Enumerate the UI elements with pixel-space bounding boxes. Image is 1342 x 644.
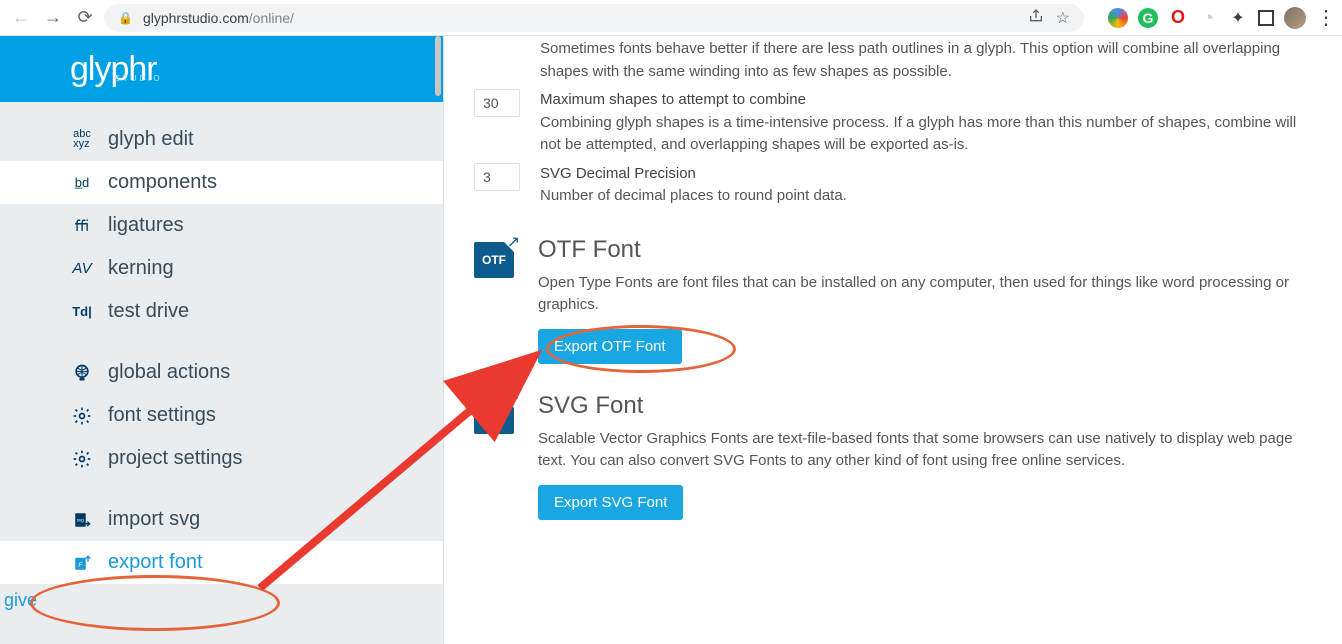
extension-icon[interactable]: O xyxy=(1168,8,1188,28)
precision-title: SVG Decimal Precision xyxy=(540,163,1312,186)
nav-global-actions[interactable]: global actions xyxy=(0,351,443,394)
extension-icon[interactable]: G xyxy=(1138,8,1158,28)
otf-desc: Open Type Fonts are font files that can … xyxy=(538,272,1312,317)
lock-icon: 🔒 xyxy=(118,11,133,25)
globe-icon xyxy=(70,363,94,383)
svg-icon: SVG ↗ xyxy=(474,398,514,434)
gear-icon xyxy=(70,449,94,469)
extension-icon[interactable]: ◔ xyxy=(1198,8,1218,28)
nav-kerning[interactable]: AV kerning xyxy=(0,247,443,290)
menu-icon[interactable]: ⋮ xyxy=(1316,5,1334,30)
nav-label: import svg xyxy=(108,508,200,531)
nav-label: kerning xyxy=(108,257,174,280)
extension-icon[interactable] xyxy=(1108,8,1128,28)
glyph-edit-icon: abcxyz xyxy=(70,130,94,150)
nav-label: project settings xyxy=(108,447,243,470)
export-otf-button[interactable]: Export OTF Font xyxy=(538,329,682,364)
max-shapes-row: Maximum shapes to attempt to combine Com… xyxy=(474,89,1312,157)
max-shapes-input[interactable] xyxy=(474,89,520,117)
export-icon: F xyxy=(70,554,94,572)
nav-ligatures[interactable]: ﬃ ligatures xyxy=(0,204,443,247)
nav-import-svg[interactable]: svg import svg xyxy=(0,498,443,541)
logo-subtext: STUDIO xyxy=(114,74,162,83)
sidebar: glyphr STUDIO abcxyz glyph edit b̲d comp… xyxy=(0,36,444,644)
nav-label: global actions xyxy=(108,361,230,384)
svg-section: SVG ↗ SVG Font Scalable Vector Graphics … xyxy=(474,392,1312,520)
browser-chrome: ← → ⟳ 🔒 glyphrstudio.com/online/ ☆ G O ◔… xyxy=(0,0,1342,36)
extensions-icon[interactable]: ✦ xyxy=(1228,8,1248,28)
nav-label: glyph edit xyxy=(108,128,194,151)
main-content: Sometimes fonts behave better if there a… xyxy=(444,36,1342,644)
nav-label: components xyxy=(108,171,217,194)
nav-label: test drive xyxy=(108,300,189,323)
nav-export-font[interactable]: F export font xyxy=(0,541,443,584)
combine-description: Sometimes fonts behave better if there a… xyxy=(474,38,1312,83)
nav: abcxyz glyph edit b̲d components ﬃ ligat… xyxy=(0,102,443,584)
app-logo: glyphr STUDIO xyxy=(70,50,157,89)
nav-label: font settings xyxy=(108,404,216,427)
gear-icon xyxy=(70,406,94,426)
precision-desc: Number of decimal places to round point … xyxy=(540,187,847,204)
reload-button[interactable]: ⟳ xyxy=(72,5,98,31)
nav-label: export font xyxy=(108,551,203,574)
nav-test-drive[interactable]: Td| test drive xyxy=(0,290,443,333)
components-icon: b̲d xyxy=(70,175,94,190)
logo-bar: glyphr STUDIO xyxy=(0,36,443,102)
ligatures-icon: ﬃ xyxy=(70,217,94,235)
sidebar-scrollbar[interactable] xyxy=(433,36,443,644)
svg-desc: Scalable Vector Graphics Fonts are text-… xyxy=(538,428,1312,473)
nav-project-settings[interactable]: project settings xyxy=(0,437,443,480)
svg-heading: SVG Font xyxy=(538,392,1312,420)
back-button[interactable]: ← xyxy=(8,5,34,31)
svg-text:svg: svg xyxy=(77,517,85,522)
profile-avatar[interactable] xyxy=(1284,7,1306,29)
url-path: /online/ xyxy=(249,10,294,26)
nav-components[interactable]: b̲d components xyxy=(0,161,443,204)
precision-row: SVG Decimal Precision Number of decimal … xyxy=(474,163,1312,208)
nav-glyph-edit[interactable]: abcxyz glyph edit xyxy=(0,118,443,161)
url-host: glyphrstudio.com xyxy=(143,10,249,26)
otf-heading: OTF Font xyxy=(538,236,1312,264)
nav-font-settings[interactable]: font settings xyxy=(0,394,443,437)
test-drive-icon: Td| xyxy=(70,304,94,319)
otf-section: OTF ↗ OTF Font Open Type Fonts are font … xyxy=(474,236,1312,364)
otf-icon: OTF ↗ xyxy=(474,242,514,278)
forward-button[interactable]: → xyxy=(40,5,66,31)
url-bar[interactable]: 🔒 glyphrstudio.com/online/ ☆ xyxy=(104,4,1084,32)
kerning-icon: AV xyxy=(70,260,94,277)
nav-label: ligatures xyxy=(108,214,184,237)
extension-icon[interactable] xyxy=(1258,10,1274,26)
max-shapes-title: Maximum shapes to attempt to combine xyxy=(540,89,1312,112)
scrollbar-thumb[interactable] xyxy=(435,36,441,96)
import-icon: svg xyxy=(70,511,94,529)
share-icon[interactable] xyxy=(1028,8,1044,27)
precision-input[interactable] xyxy=(474,163,520,191)
star-icon[interactable]: ☆ xyxy=(1056,8,1070,28)
nav-footer[interactable]: give xyxy=(0,584,443,611)
max-shapes-desc: Combining glyph shapes is a time-intensi… xyxy=(540,114,1296,154)
export-svg-button[interactable]: Export SVG Font xyxy=(538,485,683,520)
